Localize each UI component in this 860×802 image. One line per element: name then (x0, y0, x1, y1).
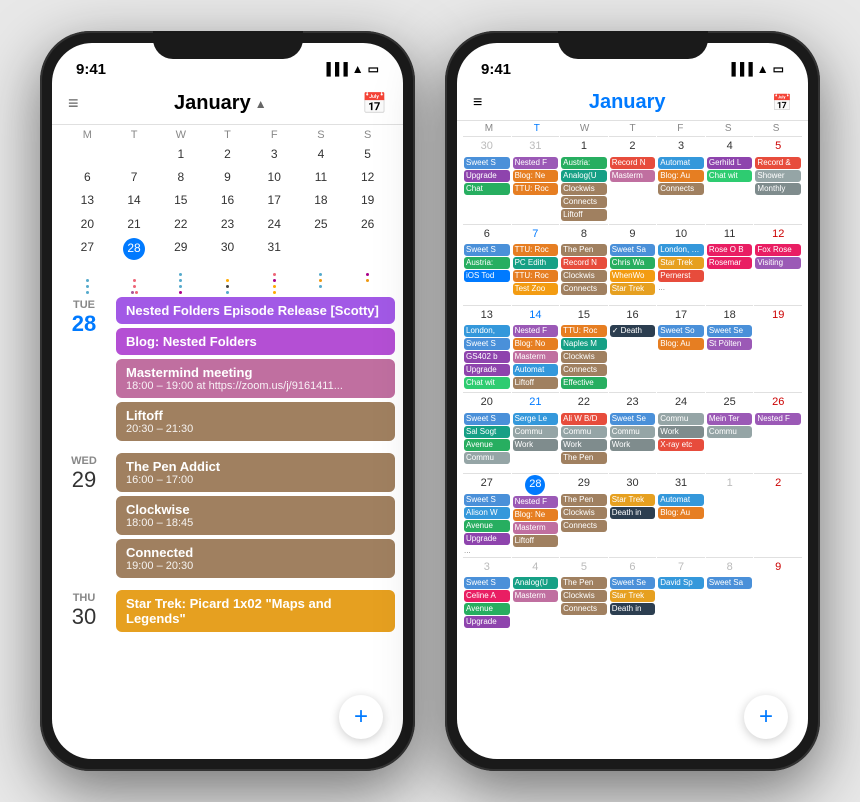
event-dots (64, 263, 391, 287)
header-left: ≡ January ▲ 📅 (52, 87, 403, 125)
fab-button-right[interactable]: + (744, 695, 788, 739)
weekday-header: M T W T F S S (64, 129, 391, 141)
month-grid: 30 Sweet S Upgrade Chat 31 Nested F Blog… (463, 136, 802, 637)
day-events-tue: Nested Folders Episode Release [Scotty] … (112, 291, 403, 447)
month-cell-4[interactable]: 4 Gerhild L Chat wit (706, 136, 754, 223)
month-cell-20[interactable]: 20 Sweet S Sal Sogt Avenue Commu (463, 392, 511, 472)
month-cell-29[interactable]: 29 The Pen Clockwis Connects (560, 473, 608, 556)
month-cell-2[interactable]: 2 Record N Masterm (609, 136, 657, 223)
month-cell-31b[interactable]: 31 Automat Blog: Au (657, 473, 705, 556)
menu-icon-right[interactable]: ≡ (473, 94, 482, 112)
month-cell-21[interactable]: 21 Serge Le Commu Work (512, 392, 560, 472)
month-cell-1[interactable]: 1 Austria: Analog(U Clockwis Connects Li… (560, 136, 608, 223)
left-phone: 9:41 ▐▐▐ ▲ ▭ ≡ January ▲ 📅 (40, 31, 415, 771)
battery-icon-right: ▭ (773, 62, 784, 76)
day-section-tue: TUE 28 Nested Folders Episode Release [S… (52, 291, 403, 447)
event-pen-addict[interactable]: The Pen Addict 16:00 – 17:00 (116, 453, 395, 492)
calendar-icon-right[interactable]: 📅 (772, 93, 792, 113)
month-grid-container: M T W T F S S 30 Sweet S Upgrade (457, 121, 808, 759)
month-cell-26[interactable]: 26 Nested F (754, 392, 802, 472)
month-cell-4b[interactable]: 4 Analog(U Masterm (512, 557, 560, 637)
month-cell-31[interactable]: 31 Nested F Blog: Ne TTU: Roc (512, 136, 560, 223)
month-cell-16[interactable]: 16 ✓ Death (609, 305, 657, 392)
left-title: January ▲ (174, 92, 267, 115)
month-cell-14[interactable]: 14 Nested F Blog: No Masterm Automat Lif… (512, 305, 560, 392)
day-label-wed: WED 29 (52, 447, 112, 584)
month-cell-24[interactable]: 24 Commu Work X-ray etc (657, 392, 705, 472)
wifi-icon-right: ▲ (757, 62, 769, 76)
month-cell-15[interactable]: 15 TTU: Roc Naples M Clockwis Connects E… (560, 305, 608, 392)
month-cell-12[interactable]: 12 Fox Rose Visiting (754, 224, 802, 304)
month-cell-10[interactable]: 10 London, United Kingdom, Jan Star Trek… (657, 224, 705, 304)
signal-icon: ▐▐▐ (322, 62, 348, 76)
menu-icon[interactable]: ≡ (68, 93, 79, 114)
month-cell-17[interactable]: 17 Sweet So Blog: Au (657, 305, 705, 392)
status-icons-right: ▐▐▐ ▲ ▭ (727, 62, 784, 76)
month-cell-18[interactable]: 18 Sweet Se St Pölten (706, 305, 754, 392)
month-cell-13[interactable]: 13 London, Sweet S GS402 b Upgrade Chat … (463, 305, 511, 392)
fab-button-left[interactable]: + (339, 695, 383, 739)
left-screen: 9:41 ▐▐▐ ▲ ▭ ≡ January ▲ 📅 (52, 43, 403, 759)
mini-calendar: M T W T F S S 1 2 3 (52, 125, 403, 291)
month-cell-30[interactable]: 30 Sweet S Upgrade Chat (463, 136, 511, 223)
header-right: ≡ January 📅 (457, 87, 808, 121)
notch-right (558, 31, 708, 59)
month-cell-9[interactable]: 9 Sweet Sa Chris Wa WhenWo Star Trek (609, 224, 657, 304)
day-list: TUE 28 Nested Folders Episode Release [S… (52, 291, 403, 759)
day-events-thu: Star Trek: Picard 1x02 "Maps and Legends… (112, 584, 403, 638)
right-phone: 9:41 ▐▐▐ ▲ ▭ ≡ January 📅 M (445, 31, 820, 771)
month-cell-28-today[interactable]: 28 Nested F Blog: Ne Masterm Liftoff (512, 473, 560, 556)
notch-left (153, 31, 303, 59)
month-cell-6[interactable]: 6 Sweet S Austria: iOS Tod (463, 224, 511, 304)
day-section-thu: THU 30 Star Trek: Picard 1x02 "Maps and … (52, 584, 403, 638)
month-cell-3b[interactable]: 3 Sweet S Celine A Avenue Upgrade (463, 557, 511, 637)
month-cell-7b[interactable]: 7 David Sp (657, 557, 705, 637)
month-cell-6b[interactable]: 6 Sweet Se Star Trek Death in (609, 557, 657, 637)
event-blog-nested[interactable]: Blog: Nested Folders (116, 328, 395, 355)
event-star-trek[interactable]: Star Trek: Picard 1x02 "Maps and Legends… (116, 590, 395, 632)
month-cell-5b[interactable]: 5 The Pen Clockwis Connects (560, 557, 608, 637)
status-icons-left: ▐▐▐ ▲ ▭ (322, 62, 379, 76)
month-cell-25[interactable]: 25 Mein Ter Commu (706, 392, 754, 472)
event-mastermind[interactable]: Mastermind meeting 18:00 – 19:00 at http… (116, 359, 395, 398)
month-cell-5[interactable]: 5 Record & Shower Monthly (754, 136, 802, 223)
month-cell-27[interactable]: 27 Sweet S Alison W Avenue Upgrade ... (463, 473, 511, 556)
day-section-wed: WED 29 The Pen Addict 16:00 – 17:00 Cloc… (52, 447, 403, 584)
time-left: 9:41 (76, 61, 106, 78)
month-cell-19[interactable]: 19 (754, 305, 802, 392)
event-clockwise[interactable]: Clockwise 18:00 – 18:45 (116, 496, 395, 535)
day-label-tue: TUE 28 (52, 291, 112, 447)
month-cell-3[interactable]: 3 Automat Blog: Au Connects (657, 136, 705, 223)
calendar-grid: 1 2 3 4 5 6 7 8 9 10 11 12 (64, 143, 391, 262)
month-cell-23[interactable]: 23 Sweet Se Commu Work (609, 392, 657, 472)
right-screen: 9:41 ▐▐▐ ▲ ▭ ≡ January 📅 M (457, 43, 808, 759)
title-arrow: ▲ (255, 97, 267, 111)
time-right: 9:41 (481, 61, 511, 78)
phones-container: 9:41 ▐▐▐ ▲ ▭ ≡ January ▲ 📅 (40, 31, 820, 771)
month-cell-22[interactable]: 22 Ali W B/D Commu Work The Pen (560, 392, 608, 472)
month-cell-8b[interactable]: 8 Sweet Sa (706, 557, 754, 637)
month-cell-8[interactable]: 8 The Pen Record N Clockwis Connects (560, 224, 608, 304)
day-label-thu: THU 30 (52, 584, 112, 638)
month-weekday-header: M T W T F S S (463, 123, 802, 134)
month-cell-11[interactable]: 11 Rose O B Rosemar (706, 224, 754, 304)
month-cell-9b[interactable]: 9 (754, 557, 802, 637)
right-title: January (589, 91, 666, 114)
battery-icon: ▭ (368, 62, 379, 76)
event-connected[interactable]: Connected 19:00 – 20:30 (116, 539, 395, 578)
event-nested-folders[interactable]: Nested Folders Episode Release [Scotty] (116, 297, 395, 324)
signal-icon-right: ▐▐▐ (727, 62, 753, 76)
month-cell-2b[interactable]: 2 (754, 473, 802, 556)
day-events-wed: The Pen Addict 16:00 – 17:00 Clockwise 1… (112, 447, 403, 584)
event-liftoff[interactable]: Liftoff 20:30 – 21:30 (116, 402, 395, 441)
month-cell-1b[interactable]: 1 (706, 473, 754, 556)
month-cell-7[interactable]: 7 TTU: Roc PC Edith TTU: Roc Test Zoo (512, 224, 560, 304)
wifi-icon: ▲ (352, 62, 364, 76)
calendar-icon-left[interactable]: 📅 (362, 91, 387, 116)
month-cell-30b[interactable]: 30 Star Trek Death in (609, 473, 657, 556)
